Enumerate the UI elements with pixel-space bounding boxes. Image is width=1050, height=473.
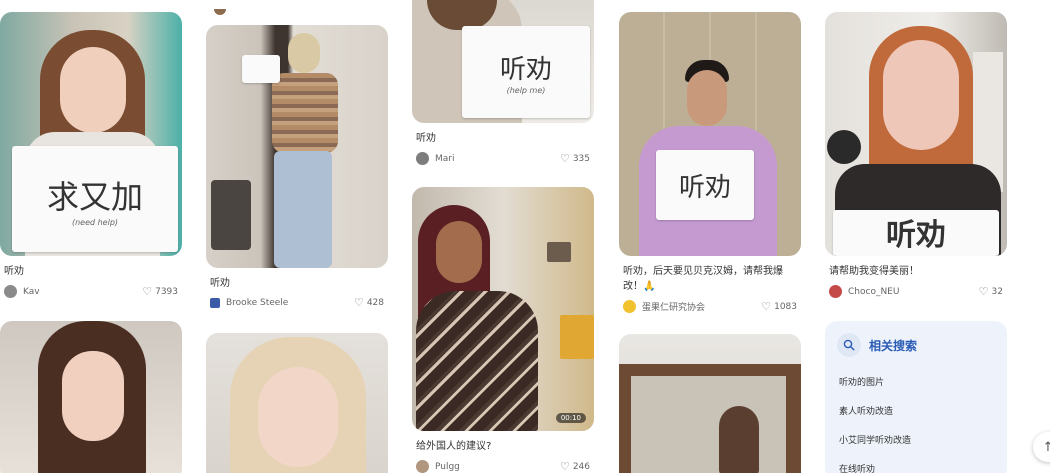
card-sign — [242, 55, 280, 83]
card-title[interactable]: 给外国人的建议? — [416, 439, 590, 454]
card-cover-image[interactable]: 听劝 — [619, 12, 801, 256]
card-cover-image[interactable] — [0, 321, 182, 473]
like-button[interactable]: ♡ 32 — [979, 286, 1003, 297]
like-count: 32 — [991, 286, 1003, 297]
heart-icon: ♡ — [559, 152, 570, 165]
feed-card[interactable]: 听劝 (help me) 听劝 Mari ♡ 335 — [412, 0, 594, 165]
author-name: Kav — [23, 286, 40, 297]
avatar — [416, 460, 429, 473]
related-search-item[interactable]: 小艾同学听劝改造 — [837, 427, 995, 456]
author-name: 蛋果仁研究协会 — [642, 303, 706, 313]
feed-card[interactable] — [619, 334, 801, 473]
related-search-item[interactable]: 素人听劝改造 — [837, 398, 995, 427]
card-title[interactable]: 听劝 — [210, 276, 384, 291]
like-count: 246 — [572, 461, 590, 472]
card-cover-image[interactable]: 求又加 (need help) — [0, 12, 182, 256]
avatar — [623, 300, 636, 313]
card-sign: 听劝 (help me) — [462, 26, 590, 118]
like-count: 7393 — [155, 286, 178, 297]
card-meta: Mari ♡ 335 — [416, 152, 590, 165]
search-icon — [837, 333, 861, 357]
related-search-title: 相关搜索 — [869, 338, 918, 353]
like-button[interactable]: ♡ 1083 — [761, 301, 797, 312]
feed-page: 求又加 (need help) 听劝 Kav ♡ 7393 听劝 Brooke … — [0, 0, 1050, 473]
card-title[interactable]: 听劝 — [4, 264, 178, 279]
heart-icon: ♡ — [353, 296, 364, 309]
card-sign: 求又加 (need help) — [12, 146, 178, 252]
feed-card[interactable]: 听劝 听劝，后天要见贝克汉姆，请帮我爆改！🙏 蛋果仁研究协会 ♡ 1083 — [619, 12, 801, 313]
card-cover-image[interactable] — [206, 25, 388, 268]
avatar — [214, 9, 226, 15]
related-search-header: 相关搜索 — [837, 333, 995, 357]
like-button[interactable]: ♡ 7393 — [142, 286, 178, 297]
card-author[interactable]: Brooke Steele — [210, 297, 289, 308]
avatar — [210, 297, 220, 308]
like-button[interactable]: ♡ 335 — [560, 153, 590, 164]
author-name: Mari — [435, 153, 455, 164]
card-cover-image[interactable] — [206, 333, 388, 473]
author-name: Choco_NEU — [848, 286, 900, 297]
card-meta: Choco_NEU ♡ 32 — [829, 285, 1003, 298]
feed-card[interactable]: 00:10 给外国人的建议? Pulgg ♡ 246 — [412, 187, 594, 473]
author-name: Brooke Steele — [226, 297, 289, 308]
card-title[interactable]: 请帮助我变得美丽！ — [829, 264, 1003, 279]
card-sign: 听劝 — [656, 150, 754, 220]
card-cover-image[interactable]: 听劝 — [825, 12, 1007, 256]
feed-card[interactable] — [206, 333, 388, 473]
avatar — [416, 152, 429, 165]
card-sign: 听劝 — [833, 210, 999, 256]
feed-card[interactable]: 求又加 (need help) 听劝 Kav ♡ 7393 — [0, 12, 182, 298]
card-meta: 蛋果仁研究协会 ♡ 1083 — [623, 300, 797, 313]
like-count: 1083 — [774, 301, 797, 312]
like-button[interactable]: ♡ 246 — [560, 461, 590, 472]
card-author[interactable]: Pulgg — [416, 460, 460, 473]
avatar — [4, 285, 17, 298]
related-search-item[interactable]: 听劝的图片 — [837, 369, 995, 398]
heart-icon: ♡ — [978, 285, 989, 298]
feed-card[interactable]: 听劝 请帮助我变得美丽！ Choco_NEU ♡ 32 — [825, 12, 1007, 298]
feed-card[interactable] — [0, 321, 182, 473]
video-duration: 00:10 — [555, 413, 586, 423]
author-name: Pulgg — [435, 461, 460, 472]
like-count: 335 — [572, 153, 590, 164]
heart-icon: ♡ — [559, 460, 570, 473]
card-meta: Kav ♡ 7393 — [4, 285, 178, 298]
card-meta: Brooke Steele ♡ 428 — [210, 297, 384, 308]
previous-card-meta — [214, 0, 226, 15]
card-title[interactable]: 听劝 — [416, 131, 590, 146]
card-author[interactable]: Choco_NEU — [829, 285, 899, 298]
avatar — [829, 285, 842, 298]
card-author[interactable]: Mari — [416, 152, 454, 165]
card-author[interactable]: Kav — [4, 285, 40, 298]
like-button[interactable]: ♡ 428 — [354, 297, 384, 308]
card-author[interactable]: 蛋果仁研究协会 — [623, 300, 705, 313]
heart-icon: ♡ — [761, 300, 772, 313]
related-search-item[interactable]: 在线听劝 — [837, 456, 995, 473]
related-search-panel: 相关搜索 听劝的图片 素人听劝改造 小艾同学听劝改造 在线听劝 — [825, 321, 1007, 473]
feed-card[interactable]: 听劝 Brooke Steele ♡ 428 — [206, 25, 388, 308]
card-title[interactable]: 听劝，后天要见贝克汉姆，请帮我爆改！🙏 — [623, 264, 797, 294]
like-count: 428 — [366, 297, 384, 308]
card-cover-image[interactable]: 00:10 — [412, 187, 594, 431]
card-cover-image[interactable]: 听劝 (help me) — [412, 0, 594, 123]
arrow-up-icon: ↑ — [1042, 439, 1050, 455]
card-cover-image[interactable] — [619, 334, 801, 473]
card-meta: Pulgg ♡ 246 — [416, 460, 590, 473]
scroll-to-top-button[interactable]: ↑ — [1033, 432, 1050, 462]
heart-icon: ♡ — [142, 285, 153, 298]
